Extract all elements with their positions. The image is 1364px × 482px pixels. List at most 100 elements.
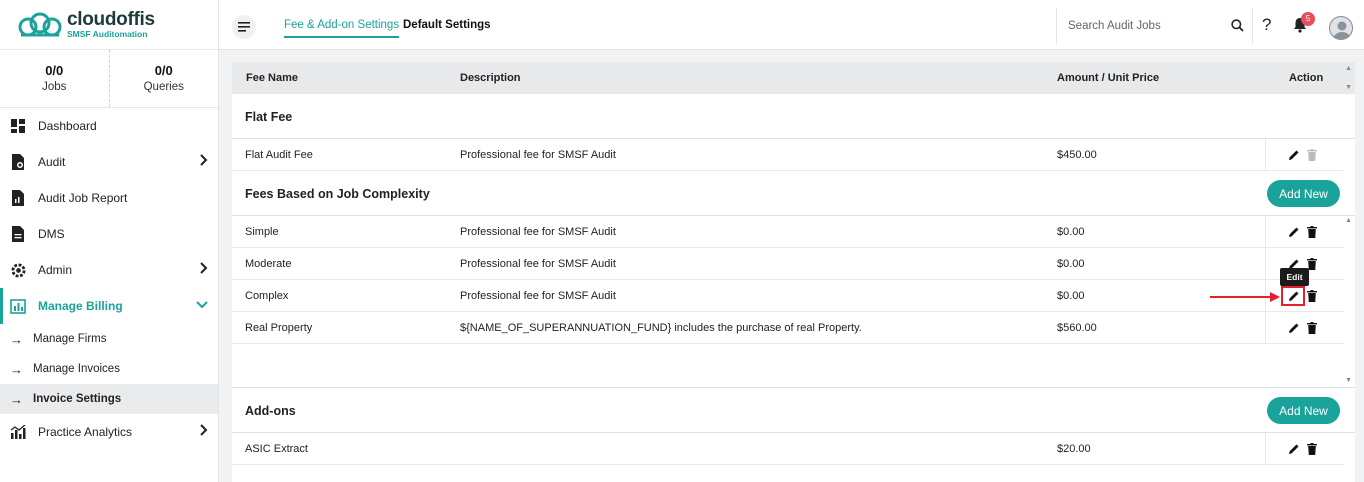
annotation-highlight-box — [1281, 286, 1305, 306]
sidebar-item-dashboard[interactable]: Dashboard — [0, 108, 218, 144]
chevron-right-icon — [200, 262, 208, 277]
sidebar: cloudoffis SMSF Auditomation 0/0 Jobs 0/… — [0, 0, 219, 482]
delete-icon[interactable] — [1307, 290, 1317, 302]
delete-icon[interactable] — [1307, 226, 1317, 238]
sidebar-subitem-manage-firms[interactable]: → Manage Firms — [0, 324, 218, 354]
chevron-right-icon — [200, 154, 208, 169]
audit-icon — [10, 154, 26, 170]
sidebar-item-label: Audit Job Report — [38, 191, 128, 205]
add-new-addon-button[interactable]: Add New — [1267, 397, 1340, 424]
search-box — [1056, 8, 1253, 44]
sidebar-item-label: Invoice Settings — [33, 393, 122, 405]
stats-panel: 0/0 Jobs 0/0 Queries — [0, 50, 218, 108]
annotation-arrow-head — [1270, 292, 1280, 302]
avatar[interactable] — [1329, 16, 1353, 40]
sidebar-item-audit[interactable]: Audit — [0, 144, 218, 180]
scroll-up-icon[interactable]: ▲ — [1345, 65, 1352, 72]
amount-cell: $0.00 — [1057, 290, 1085, 302]
scroll-up-icon[interactable]: ▲ — [1345, 217, 1352, 224]
brand-name: cloudoffis — [67, 9, 155, 31]
description-cell: Professional fee for SMSF Audit — [460, 290, 616, 302]
brand-logo[interactable]: cloudoffis SMSF Auditomation — [0, 0, 218, 50]
sidebar-subitem-invoice-settings[interactable]: → Invoice Settings — [0, 384, 218, 414]
sidebar-item-manage-billing[interactable]: Manage Billing — [0, 288, 218, 324]
action-cell — [1265, 433, 1343, 464]
amount-cell: $20.00 — [1057, 443, 1091, 455]
delete-icon[interactable] — [1307, 149, 1317, 161]
edit-icon[interactable] — [1288, 443, 1300, 455]
sidebar-item-admin[interactable]: Admin — [0, 252, 218, 288]
sidebar-item-dms[interactable]: DMS — [0, 216, 218, 252]
edit-tooltip: Edit — [1280, 268, 1309, 286]
delete-icon[interactable] — [1307, 322, 1317, 334]
arrow-right-icon: → — [10, 361, 23, 377]
user-avatar-icon — [1333, 21, 1351, 39]
queries-count: 0/0 — [154, 63, 173, 78]
top-bar: Fee & Add-on Settings Default Settings ?… — [219, 0, 1364, 50]
fee-settings-panel: Fee Name Description Amount / Unit Price… — [232, 62, 1355, 482]
action-cell — [1265, 139, 1343, 170]
fee-name-cell: Complex — [245, 290, 289, 302]
sidebar-item-label: Manage Firms — [33, 333, 107, 345]
table-header: Fee Name Description Amount / Unit Price… — [232, 62, 1355, 94]
chevron-right-icon — [200, 424, 208, 439]
action-cell — [1265, 216, 1343, 247]
gear-icon — [10, 262, 26, 278]
sidebar-item-label: Practice Analytics — [38, 425, 133, 439]
sidebar-item-label: Dashboard — [38, 119, 97, 133]
arrow-right-icon: → — [10, 331, 23, 347]
section-flat-fee: Flat Fee — [232, 94, 1355, 139]
scroll-down-icon[interactable]: ▼ — [1345, 377, 1352, 384]
table-row: ASIC Extract $20.00 — [232, 433, 1343, 465]
table-row: Simple Professional fee for SMSF Audit $… — [232, 216, 1343, 248]
fee-name-cell: Moderate — [245, 258, 292, 270]
fee-name-cell: ASIC Extract — [245, 443, 308, 455]
complexity-list: ▲ ▼ Simple Professional fee for SMSF Aud… — [232, 216, 1355, 388]
hamburger-icon — [238, 22, 250, 32]
table-row: Moderate Professional fee for SMSF Audit… — [232, 248, 1343, 280]
table-row: Flat Audit Fee Professional fee for SMSF… — [232, 139, 1343, 171]
description-cell: Professional fee for SMSF Audit — [460, 149, 616, 161]
edit-icon[interactable] — [1288, 149, 1300, 161]
queries-stat[interactable]: 0/0 Queries — [108, 50, 219, 107]
search-input[interactable] — [1068, 20, 1218, 32]
amount-cell: $560.00 — [1057, 322, 1097, 334]
fee-name-cell: Flat Audit Fee — [245, 149, 313, 161]
arrow-right-icon: → — [10, 391, 23, 407]
column-header-fee-name: Fee Name — [246, 72, 298, 84]
sidebar-item-label: DMS — [38, 227, 65, 241]
notification-badge: 5 — [1301, 12, 1315, 26]
add-new-complexity-button[interactable]: Add New — [1267, 180, 1340, 207]
fee-name-cell: Simple — [245, 226, 279, 238]
jobs-label: Jobs — [42, 81, 67, 93]
tab-default-settings[interactable]: Default Settings — [403, 19, 491, 31]
description-cell: Professional fee for SMSF Audit — [460, 226, 616, 238]
brand-tagline: SMSF Auditomation — [67, 29, 148, 40]
sidebar-item-label: Manage Billing — [38, 299, 123, 313]
column-header-amount: Amount / Unit Price — [1057, 72, 1160, 84]
tab-fee-addon-settings[interactable]: Fee & Add-on Settings — [284, 19, 400, 38]
search-icon[interactable] — [1231, 19, 1244, 35]
edit-icon[interactable] — [1288, 322, 1300, 334]
amount-cell: $0.00 — [1057, 226, 1085, 238]
sidebar-item-practice-analytics[interactable]: Practice Analytics — [0, 414, 218, 450]
sidebar-item-audit-job-report[interactable]: Audit Job Report — [0, 180, 218, 216]
delete-icon[interactable] — [1307, 443, 1317, 455]
fee-name-cell: Real Property — [245, 322, 313, 334]
jobs-count: 0/0 — [45, 63, 64, 78]
section-title: Add-ons — [245, 404, 296, 418]
amount-cell: $450.00 — [1057, 149, 1097, 161]
table-row: Complex Professional fee for SMSF Audit … — [232, 280, 1343, 312]
sidebar-item-label: Admin — [38, 263, 73, 277]
queries-label: Queries — [143, 81, 184, 93]
jobs-stat[interactable]: 0/0 Jobs — [0, 50, 109, 107]
sidebar-subitem-manage-invoices[interactable]: → Manage Invoices — [0, 354, 218, 384]
edit-icon[interactable] — [1288, 226, 1300, 238]
help-icon[interactable]: ? — [1262, 15, 1271, 35]
scroll-down-icon[interactable]: ▼ — [1345, 84, 1352, 91]
action-cell — [1265, 312, 1343, 343]
menu-toggle-button[interactable] — [232, 15, 256, 39]
document-icon — [10, 226, 26, 242]
section-title: Fees Based on Job Complexity — [245, 187, 430, 201]
section-job-complexity: Fees Based on Job Complexity Add New — [232, 171, 1355, 216]
